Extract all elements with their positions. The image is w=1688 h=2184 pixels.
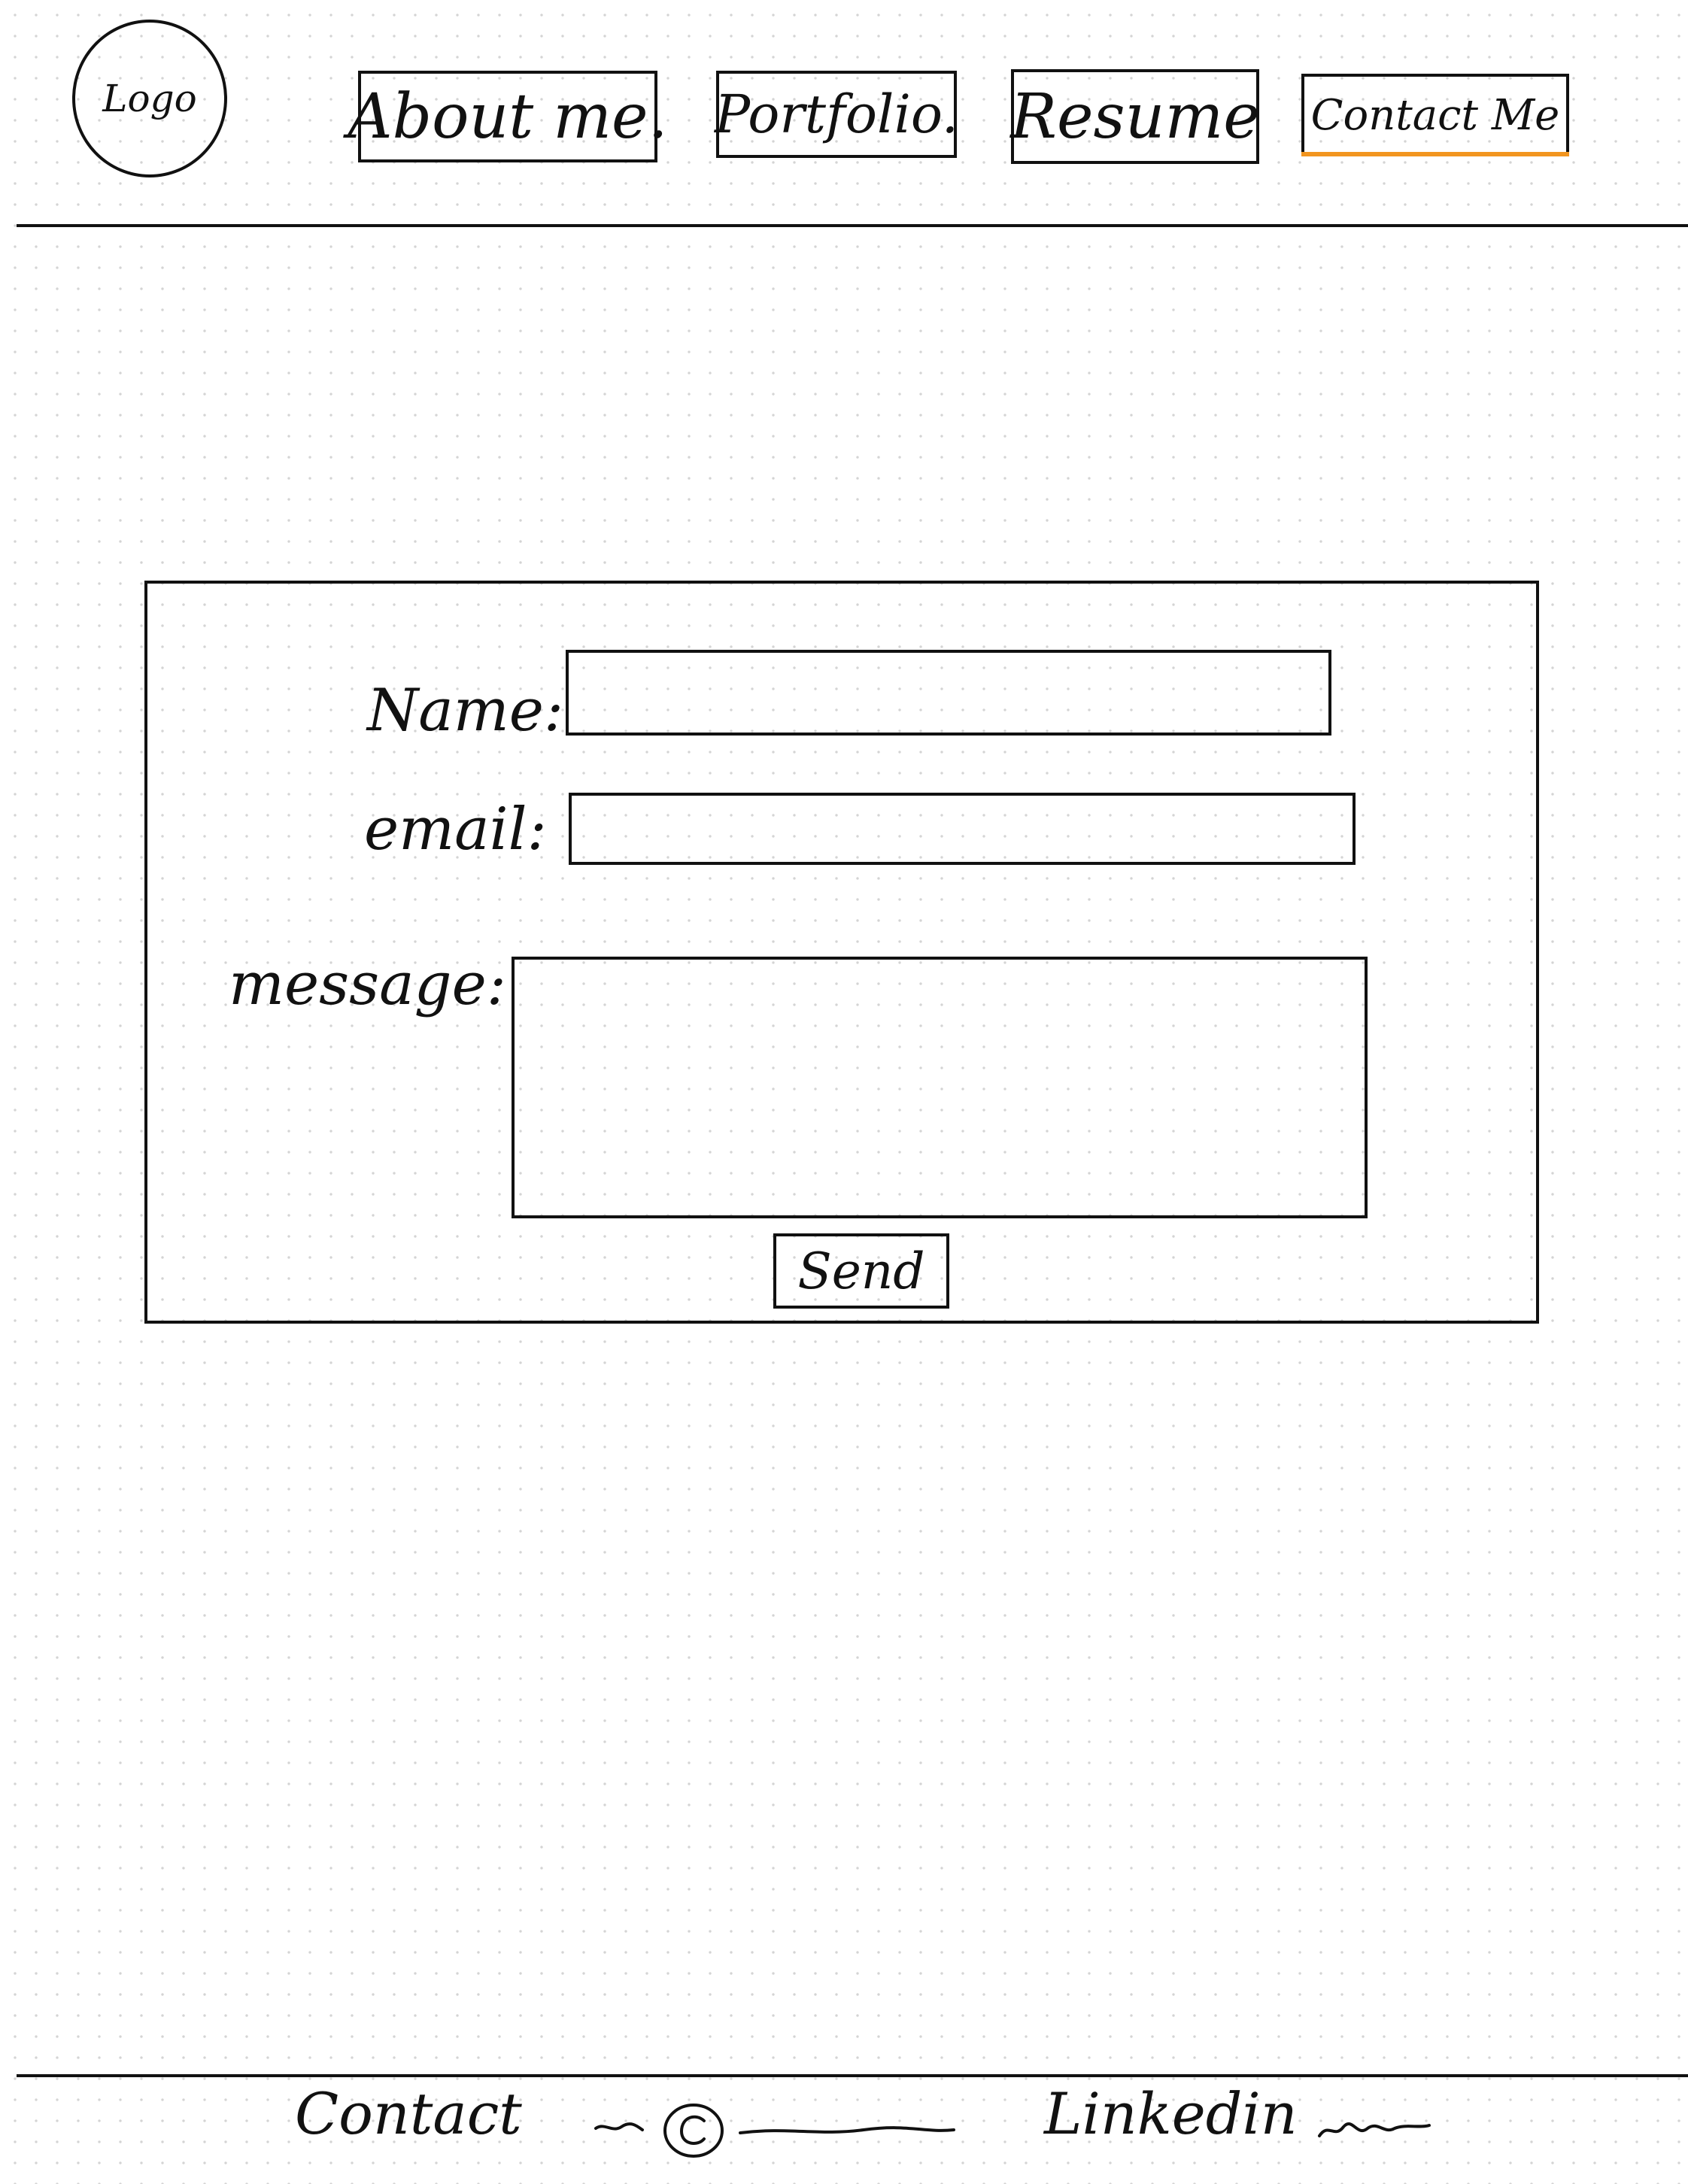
message-label: message:	[229, 951, 507, 1018]
name-input[interactable]	[566, 650, 1331, 736]
nav-contact-me-button[interactable]: Contact Me	[1301, 74, 1569, 156]
nav-portfolio-button[interactable]: Portfolio.	[715, 71, 958, 158]
footer-contact-scribble	[594, 2122, 955, 2134]
nav-contact-me-label: Contact Me	[1310, 90, 1560, 140]
nav-about-me-button[interactable]: About me.	[348, 71, 668, 162]
active-nav-indicator	[1301, 152, 1569, 156]
send-button-label: Send	[797, 1242, 925, 1300]
footer-linkedin-scribble	[1318, 2122, 1431, 2137]
send-button[interactable]: Send	[773, 1233, 949, 1309]
contact-page-wireframe: { "header": { "logo_text": "Logo", "nav"…	[0, 0, 1688, 2184]
footer-divider	[17, 2074, 1688, 2077]
nav-portfolio-label: Portfolio.	[715, 83, 958, 145]
nav-resume-label: Resume	[1010, 80, 1260, 153]
email-label: email:	[364, 796, 547, 863]
message-textarea[interactable]	[512, 957, 1368, 1218]
nav-about-me-label: About me.	[348, 80, 668, 153]
logo-text: Logo	[102, 77, 197, 120]
logo[interactable]: Logo	[72, 20, 227, 177]
nav-resume-button[interactable]: Resume	[1010, 69, 1260, 164]
footer-linkedin-link[interactable]: Linkedin	[1044, 2080, 1298, 2147]
header-divider	[17, 224, 1688, 227]
copyright-icon	[663, 2104, 724, 2158]
email-input[interactable]	[569, 793, 1356, 865]
footer-contact-label: Contact	[295, 2080, 522, 2147]
name-label: Name:	[367, 677, 564, 745]
